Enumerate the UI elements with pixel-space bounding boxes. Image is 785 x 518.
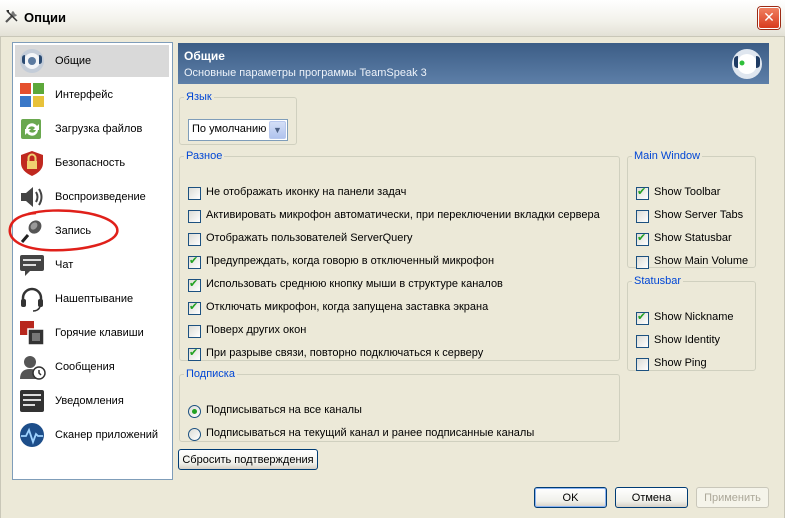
checkbox-label: Show Statusbar [654, 232, 732, 244]
chevron-down-icon[interactable]: ▼ [269, 121, 286, 139]
sidebar-item-security[interactable]: Безопасность [15, 147, 169, 179]
hotkeys-icon [20, 321, 45, 346]
checkbox[interactable] [636, 310, 649, 325]
misc-group: Разное Не отображать иконку на панели за… [179, 150, 620, 361]
speaker-icon [21, 187, 43, 207]
microphone-icon [20, 220, 42, 243]
close-button[interactable]: ✕ [758, 7, 780, 29]
page-header: Общие Основные параметры программы TeamS… [178, 43, 769, 84]
teamspeak-logo-icon [732, 49, 762, 79]
app-scanner-icon [20, 423, 44, 447]
language-select[interactable]: По умолчанию ▼ [188, 119, 288, 141]
checkbox-label: Не отображать иконку на панели задач [206, 186, 407, 198]
checkbox[interactable] [636, 231, 649, 246]
tools-icon [5, 10, 18, 23]
headset-icon [21, 287, 43, 312]
reset-confirmations-button[interactable]: Сбросить подтверждения [178, 449, 318, 470]
checkbox-label: Show Toolbar [654, 186, 721, 198]
messages-icon [20, 356, 46, 380]
checkbox[interactable] [636, 185, 649, 200]
sidebar-item-app-scanner[interactable]: Сканер приложений [15, 419, 169, 451]
checkbox-label: Show Nickname [654, 311, 734, 323]
checkbox[interactable] [188, 300, 201, 315]
sidebar-item-label: Уведомления [55, 395, 124, 407]
window-title: Опции [24, 10, 66, 25]
ok-button[interactable]: OK [534, 487, 607, 508]
teamspeak-logo-icon [20, 49, 44, 73]
sidebar-item-chat[interactable]: Чат [15, 249, 169, 281]
radio-button[interactable] [188, 405, 201, 418]
language-group: Язык По умолчанию ▼ [179, 91, 297, 145]
sidebar-item-label: Загрузка файлов [55, 123, 143, 135]
group-legend: Main Window [634, 150, 701, 162]
statusbar-group: Statusbar Show Nickname Show Identity Sh… [627, 275, 756, 371]
sidebar-item-label: Безопасность [55, 157, 126, 169]
cancel-button[interactable]: Отмена [615, 487, 688, 508]
chat-icon [20, 255, 44, 276]
sidebar-item-label: Общие [55, 55, 92, 67]
sidebar-item-label: Интерфейс [55, 89, 113, 101]
apply-button[interactable]: Применить [696, 487, 769, 508]
sidebar-item-label: Чат [55, 259, 74, 271]
checkbox-label: Использовать среднюю кнопку мыши в струк… [206, 278, 503, 290]
sidebar-item-general[interactable]: Общие [15, 45, 169, 77]
language-select-value: По умолчанию [192, 123, 267, 135]
checkbox-label: Отключать микрофон, когда запущена заста… [206, 301, 489, 313]
options-sidebar: Общие Интерфейс Загрузка файлов Безопасн… [12, 42, 173, 480]
sidebar-item-playback[interactable]: Воспроизведение [15, 181, 169, 213]
close-icon: ✕ [763, 9, 775, 25]
checkbox[interactable] [636, 358, 649, 371]
checkbox-label: Предупреждать, когда говорю в отключенны… [206, 255, 495, 267]
sidebar-item-interface[interactable]: Интерфейс [15, 79, 169, 111]
checkbox[interactable] [188, 254, 201, 269]
sidebar-item-hotkeys[interactable]: Горячие клавиши [15, 317, 169, 349]
shield-lock-icon [21, 151, 43, 176]
radio-label: Подписываться на все каналы [206, 404, 362, 416]
sidebar-item-capture[interactable]: Запись [15, 215, 169, 247]
sidebar-item-messages[interactable]: Сообщения [15, 351, 169, 383]
checkbox-label: Show Server Tabs [654, 209, 744, 221]
sidebar-item-label: Сканер приложений [55, 429, 159, 441]
checkbox[interactable] [188, 346, 201, 361]
checkbox-label: При разрыве связи, повторно подключаться… [206, 347, 484, 359]
file-transfer-icon [21, 119, 41, 139]
checkbox[interactable] [636, 335, 649, 348]
checkbox-label: Show Ping [654, 357, 707, 369]
subscription-group: Подписка Подписываться на все каналы Под… [179, 368, 620, 442]
radio-label: Подписываться на текущий канал и ранее п… [206, 427, 535, 439]
sidebar-item-notifications[interactable]: Уведомления [15, 385, 169, 417]
checkbox-label: Show Identity [654, 334, 721, 346]
group-legend: Язык [186, 91, 212, 103]
main-window-group: Main Window Show Toolbar Show Server Tab… [627, 150, 756, 269]
sidebar-item-label: Сообщения [55, 361, 115, 373]
radio-button[interactable] [188, 428, 201, 441]
checkbox-label: Show Main Volume [654, 255, 749, 267]
title-bar: Опции ✕ [0, 0, 785, 37]
checkbox-label: Отображать пользователей ServerQuery [206, 232, 413, 244]
sidebar-item-label: Воспроизведение [55, 191, 146, 203]
sidebar-item-label: Горячие клавиши [55, 327, 144, 339]
checkbox[interactable] [188, 187, 201, 200]
sidebar-item-file-transfer[interactable]: Загрузка файлов [15, 113, 169, 145]
group-legend: Разное [186, 150, 223, 162]
page-title: Общие [184, 49, 225, 63]
checkbox[interactable] [188, 277, 201, 292]
colored-windows-icon [20, 83, 44, 107]
notifications-icon [20, 390, 44, 412]
group-legend: Statusbar [634, 275, 682, 287]
sidebar-item-label: Нашептывание [55, 293, 134, 305]
checkbox[interactable] [188, 210, 201, 223]
checkbox-label: Поверх других окон [206, 324, 307, 336]
checkbox[interactable] [188, 233, 201, 246]
sidebar-item-whisper[interactable]: Нашептывание [15, 283, 169, 315]
checkbox[interactable] [188, 325, 201, 338]
sidebar-item-label: Запись [55, 225, 92, 237]
checkbox-label: Активировать микрофон автоматически, при… [206, 209, 600, 221]
group-legend: Подписка [186, 368, 235, 380]
page-subtitle: Основные параметры программы TeamSpeak 3 [184, 67, 427, 79]
checkbox[interactable] [636, 210, 649, 223]
checkbox[interactable] [636, 256, 649, 269]
